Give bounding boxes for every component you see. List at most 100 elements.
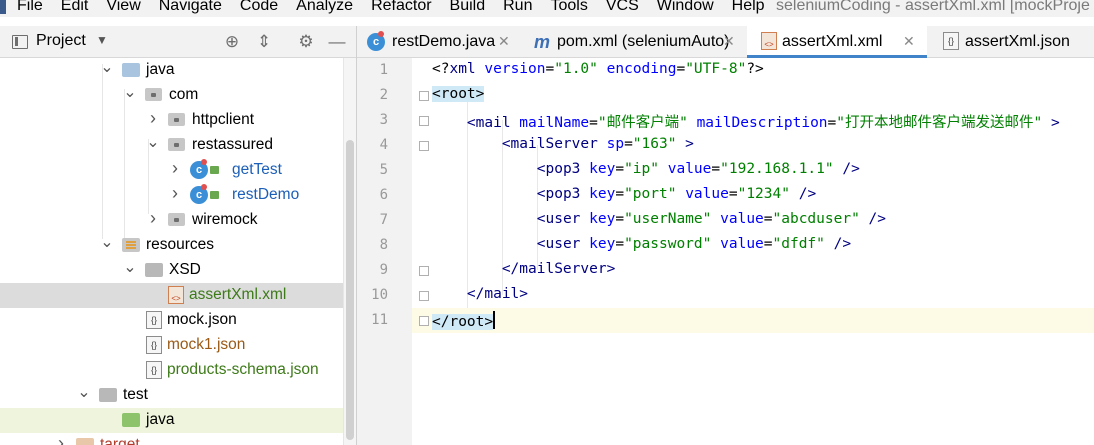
code-token: key [589, 186, 616, 202]
code-token: /> [833, 161, 860, 177]
code-token: /> [789, 186, 817, 202]
tree-scrollbar-thumb[interactable] [346, 140, 354, 440]
code-token: = [615, 186, 625, 202]
tab-assertxml-json[interactable]: {} assertXml.json [927, 26, 1094, 58]
chevron-right-icon[interactable]: › [168, 183, 182, 204]
chevron-right-icon[interactable]: › [146, 208, 160, 229]
chevron-down-icon[interactable]: ⌄ [100, 58, 114, 77]
close-icon[interactable]: ✕ [723, 33, 735, 50]
line-number: 7 [379, 212, 388, 228]
tree-row-wiremock[interactable]: › wiremock [0, 208, 343, 233]
code-editor[interactable]: <?xml version="1.0" encoding="UTF-8"?> <r… [412, 58, 1094, 445]
close-icon[interactable]: ✕ [903, 33, 915, 50]
code-line[interactable]: <user key="password" value="dfdf" /> [412, 233, 1094, 258]
tree-row-mock-json[interactable]: {} mock.json [0, 308, 343, 333]
tree-item-label: restDemo [232, 186, 300, 203]
code-line[interactable]: </mail> [412, 283, 1094, 308]
code-line[interactable]: </mailServer> [412, 258, 1094, 283]
tree-row-target[interactable]: › target [0, 433, 343, 445]
code-token: = [545, 61, 555, 77]
chevron-right-icon[interactable]: › [146, 108, 160, 129]
menu-item-edit[interactable]: Edit [52, 0, 98, 16]
fold-icon[interactable] [419, 116, 429, 126]
line-number: 5 [379, 162, 388, 178]
code-token: key [589, 211, 616, 227]
test-folder-icon [122, 413, 140, 427]
chevron-down-icon[interactable]: ⌄ [100, 232, 114, 252]
tree-row-products-schema-json[interactable]: {} products-schema.json [0, 358, 343, 383]
chevron-right-icon[interactable]: › [168, 158, 182, 179]
chevron-down-icon[interactable]: ▼ [96, 33, 108, 47]
tree-row-resources[interactable]: ⌄ resources [0, 233, 343, 258]
collapse-all-icon[interactable]: ⇕ [253, 31, 275, 53]
code-token: </mail> [466, 286, 529, 302]
tree-row-java[interactable]: ⌄ java [0, 58, 343, 83]
menu-item-navigate[interactable]: Navigate [150, 0, 231, 16]
code-line[interactable]: <user key="userName" value="abcduser" /> [412, 208, 1094, 233]
tab-assertxml-xml[interactable]: <> assertXml.xml ✕ [747, 26, 927, 58]
project-panel-title[interactable]: Project [36, 32, 86, 50]
fold-icon[interactable] [419, 91, 429, 101]
xml-file-icon: <> [168, 286, 184, 304]
tree-row-restdemo[interactable]: › c restDemo [0, 183, 343, 208]
tree-row-xsd[interactable]: ⌄ XSD [0, 258, 343, 283]
menu-item-refactor[interactable]: Refactor [362, 0, 440, 16]
fold-end-icon[interactable] [419, 291, 429, 301]
code-line[interactable]: <pop3 key="ip" value="192.168.1.1" /> [412, 158, 1094, 183]
code-line[interactable]: </root> [412, 308, 1094, 333]
code-line[interactable]: <mailServer sp="163" > [412, 133, 1094, 158]
tree-item-label: assertXml.xml [189, 286, 287, 303]
xml-file-icon: <> [761, 32, 777, 50]
chevron-down-icon[interactable]: ⌄ [146, 132, 160, 152]
chevron-down-icon[interactable]: ⌄ [123, 82, 137, 102]
chevron-down-icon[interactable]: ⌄ [77, 382, 91, 402]
chevron-right-icon[interactable]: › [54, 433, 68, 445]
line-number: 3 [379, 112, 388, 128]
code-token: value [667, 161, 712, 177]
menu-item-analyze[interactable]: Analyze [287, 0, 362, 16]
menu-item-window[interactable]: Window [648, 0, 723, 16]
chevron-down-icon[interactable]: ⌄ [123, 257, 137, 277]
editor-gutter: 1 2 3 4 5 6 7 8 9 10 11 [357, 58, 412, 445]
tree-row-assertxml-xml[interactable]: <> assertXml.xml [0, 283, 343, 308]
code-token: <mailServer [501, 136, 607, 152]
fold-end-icon[interactable] [419, 266, 429, 276]
close-icon[interactable]: ✕ [498, 33, 510, 50]
code-token: "邮件客户端" [597, 115, 688, 131]
menu-item-code[interactable]: Code [231, 0, 287, 16]
minimize-icon[interactable]: — [326, 31, 348, 53]
tree-row-httpclient[interactable]: › httpclient [0, 108, 343, 133]
code-line[interactable]: <?xml version="1.0" encoding="UTF-8"?> [412, 58, 1094, 83]
code-line[interactable]: <root> [412, 83, 1094, 108]
tree-row-com[interactable]: ⌄ com [0, 83, 343, 108]
gear-icon[interactable]: ⚙ [295, 31, 317, 53]
menu-item-run[interactable]: Run [494, 0, 541, 16]
tab-restdemo-java[interactable]: c restDemo.java ✕ [357, 26, 522, 58]
tree-row-test[interactable]: ⌄ test [0, 383, 343, 408]
lock-icon [210, 191, 219, 199]
tree-row-gettest[interactable]: › c getTest [0, 158, 343, 183]
tab-pom-xml-seleniumauto-[interactable]: m pom.xml (seleniumAuto) ✕ [522, 26, 747, 58]
menu-item-file[interactable]: File [0, 0, 52, 16]
tree-row-mock1-json[interactable]: {} mock1.json [0, 333, 343, 358]
fold-icon[interactable] [419, 141, 429, 151]
tree-row-restassured[interactable]: ⌄ restassured [0, 133, 343, 158]
menu-item-build[interactable]: Build [441, 0, 495, 16]
line-number: 9 [379, 262, 388, 278]
tab-label: assertXml.json [965, 33, 1070, 50]
tree-scrollbar[interactable] [343, 58, 356, 445]
menu-item-tools[interactable]: Tools [541, 0, 596, 16]
menu-item-view[interactable]: View [97, 0, 149, 16]
code-line[interactable]: <pop3 key="port" value="1234" /> [412, 183, 1094, 208]
code-line[interactable]: <mail mailName="邮件客户端" mailDescription="… [412, 108, 1094, 133]
tree-row-java[interactable]: java [0, 408, 343, 433]
menu-item-vcs[interactable]: VCS [597, 0, 648, 16]
locate-icon[interactable]: ⊕ [221, 31, 243, 53]
code-token: "dfdf" [772, 236, 825, 252]
code-token: xml [449, 61, 485, 77]
fold-end-icon[interactable] [419, 316, 429, 326]
json-file-icon: {} [146, 336, 162, 354]
menu-item-help[interactable]: Help [723, 0, 774, 16]
code-token: = [589, 115, 598, 131]
